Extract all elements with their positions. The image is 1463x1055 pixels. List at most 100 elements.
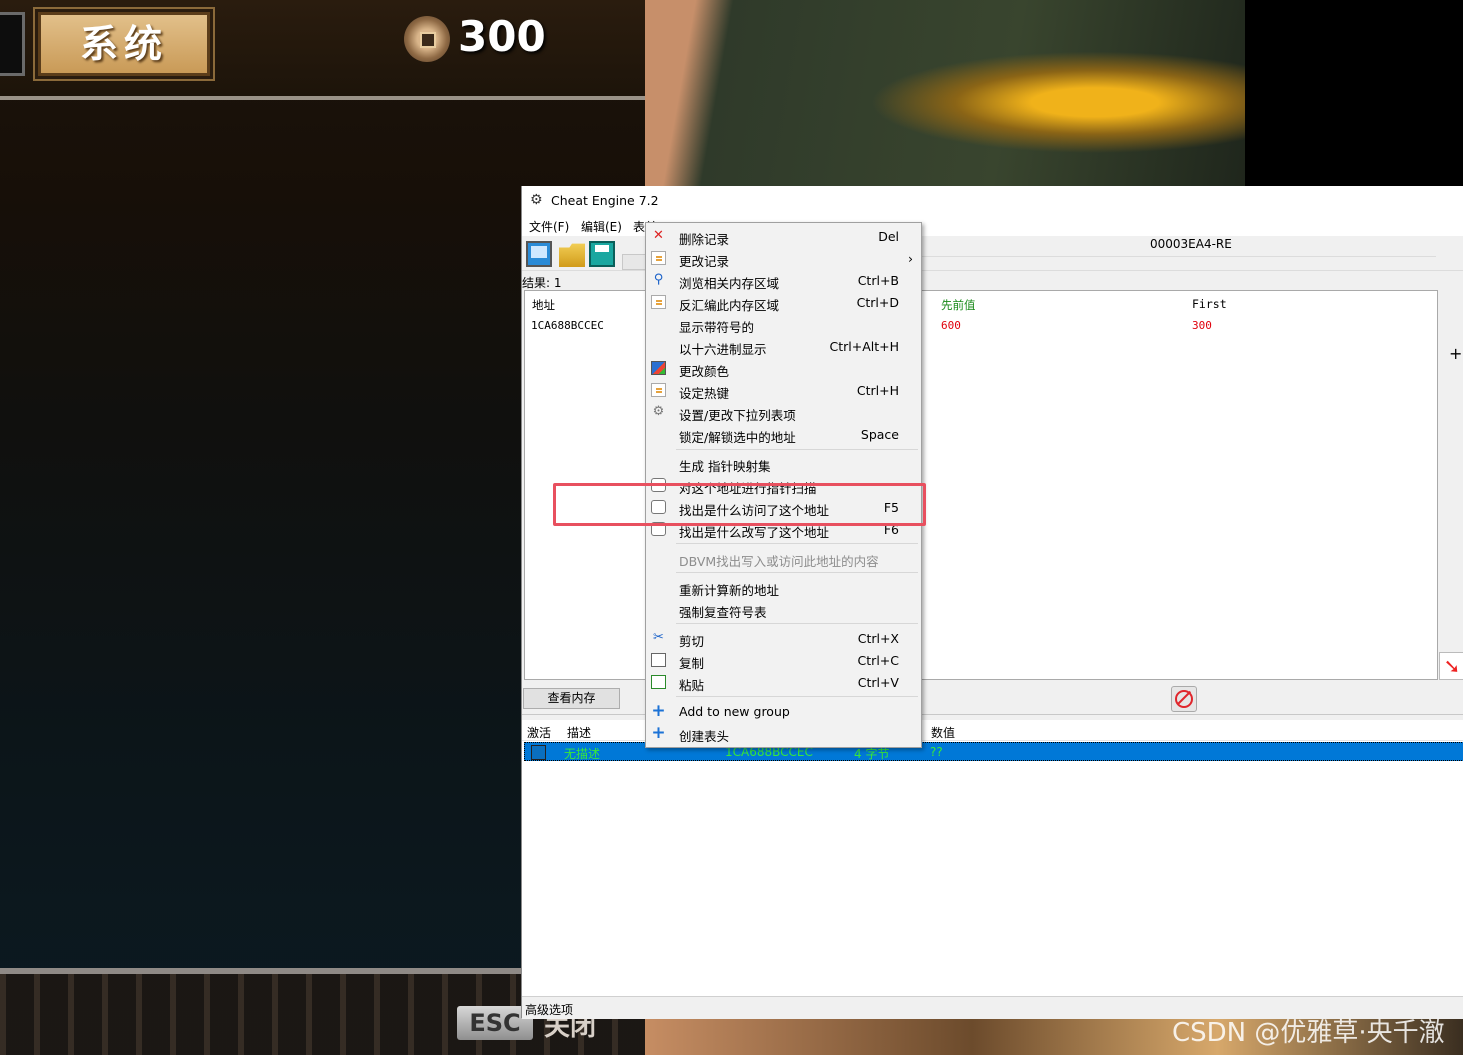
menu-dropdown-list[interactable]: ⚙ 设置/更改下拉列表项 (646, 401, 921, 424)
row-value: ?? (930, 745, 943, 759)
menu-item-shortcut: Ctrl+B (857, 273, 899, 288)
menu-item-shortcut: Ctrl+X (857, 631, 899, 646)
menu-edit[interactable]: 编辑(E) (581, 218, 622, 235)
cheat-engine-logo-icon: ⚙ (530, 192, 543, 208)
menu-item-label: 设定热键 (679, 386, 730, 401)
result-address[interactable]: 1CA688BCCEC (531, 319, 604, 332)
coin-icon (404, 16, 450, 62)
stop-icon[interactable] (1171, 686, 1197, 712)
game-edge-button[interactable] (0, 12, 25, 76)
open-file-icon[interactable] (559, 243, 585, 267)
result-first[interactable]: 300 (1192, 319, 1212, 332)
menu-item-label: 更改颜色 (679, 364, 730, 379)
menu-show-hex[interactable]: 以十六进制显示 Ctrl+Alt+H (646, 335, 921, 357)
menu-item-shortcut: Ctrl+D (856, 295, 899, 310)
cheat-table[interactable]: 激活 描述 数值 无描述 1CA688BCCEC 4 字节 ?? (522, 720, 1463, 996)
column-first[interactable]: First (1192, 297, 1227, 311)
add-icon[interactable]: + (1449, 344, 1462, 363)
menu-show-signed[interactable]: 显示带符号的 (646, 313, 921, 335)
submenu-chevron-icon: › (908, 251, 913, 266)
menu-generate-pointermap[interactable]: 生成 指针映射集 (646, 452, 921, 474)
menu-file[interactable]: 文件(F) (529, 218, 569, 235)
menu-add-group[interactable]: + Add to new group (646, 700, 921, 722)
menu-disassemble[interactable]: 反汇编此内存区域 Ctrl+D (646, 291, 921, 313)
menu-item-shortcut: Del (878, 229, 899, 244)
menu-change-color[interactable]: 更改颜色 (646, 357, 921, 379)
plus-icon: + (651, 723, 666, 743)
column-previous[interactable]: 先前值 (941, 297, 976, 313)
column-description[interactable]: 描述 (567, 724, 591, 741)
save-icon[interactable] (589, 241, 615, 267)
process-label: 00003EA4-RE (1150, 237, 1232, 251)
menu-item-label: 浏览相关内存区域 (679, 276, 780, 291)
gear-icon: ⚙ (652, 404, 665, 419)
menu-set-hotkey[interactable]: 设定热键 Ctrl+H (646, 379, 921, 401)
menu-separator (676, 623, 918, 624)
watermark: CSDN @优雅草·央千澈 (1172, 1018, 1445, 1048)
advanced-options-label[interactable]: 高级选项 (525, 1001, 573, 1018)
menu-item-shortcut: Ctrl+H (856, 383, 899, 398)
scissors-icon: ✂ (653, 630, 664, 645)
system-button[interactable]: 系统 (38, 12, 210, 76)
menu-item-label: 重新计算新的地址 (679, 583, 780, 598)
menu-separator (676, 449, 918, 450)
paste-icon (651, 675, 666, 689)
menu-separator (676, 572, 918, 573)
menu-item-label: 生成 指针映射集 (679, 459, 771, 474)
add-to-list-arrow-icon[interactable]: ➘ (1439, 652, 1463, 680)
window-title: Cheat Engine 7.2 (551, 193, 659, 208)
menu-item-label: 创建表头 (679, 729, 730, 744)
results-count: 结果: 1 (522, 276, 562, 290)
color-icon (651, 361, 666, 375)
highlight-annotation (553, 483, 926, 526)
column-value[interactable]: 数值 (931, 724, 955, 741)
menu-item-label: 设置/更改下拉列表项 (679, 408, 796, 423)
menu-item-shortcut: Ctrl+V (857, 675, 899, 690)
menu-browse-memory[interactable]: ⚲ 浏览相关内存区域 Ctrl+B (646, 269, 921, 292)
copy-icon (651, 653, 666, 667)
menu-item-label: DBVM找出写入或访问此地址的内容 (679, 554, 879, 569)
disassemble-icon (651, 295, 666, 309)
edit-icon (651, 251, 666, 265)
menu-toggle-freeze[interactable]: 锁定/解锁选中的地址 Space (646, 423, 921, 445)
background-black-area (1245, 0, 1463, 186)
menu-item-label: 显示带符号的 (679, 320, 755, 335)
view-memory-button[interactable]: 查看内存 (523, 688, 620, 709)
menu-item-shortcut: Ctrl+C (857, 653, 899, 668)
hotkey-icon (651, 383, 666, 397)
menu-delete-record[interactable]: ✕ 删除记录 Del (646, 225, 921, 248)
active-checkbox[interactable] (531, 745, 546, 760)
menu-item-label: 复制 (679, 656, 705, 671)
menu-change-record[interactable]: 更改记录 › (646, 247, 921, 269)
coin-count: 300 (458, 12, 546, 61)
menu-copy[interactable]: 复制 Ctrl+C (646, 649, 921, 671)
menu-paste[interactable]: 粘贴 Ctrl+V (646, 671, 921, 693)
title-bar[interactable]: ⚙ Cheat Engine 7.2 (522, 186, 1463, 214)
menu-item-label: Add to new group (679, 704, 790, 719)
menu-separator (676, 543, 918, 544)
delete-icon: ✕ (653, 228, 664, 243)
menu-item-label: 锁定/解锁选中的地址 (679, 430, 796, 445)
row-description: 无描述 (564, 747, 601, 761)
menu-item-label: 粘贴 (679, 678, 705, 693)
menu-item-label: 以十六进制显示 (679, 342, 767, 357)
menu-item-label: 强制复查符号表 (679, 605, 767, 620)
menu-item-shortcut: Space (860, 427, 899, 442)
result-previous[interactable]: 600 (941, 319, 961, 332)
background-photo (645, 0, 1245, 186)
column-active[interactable]: 激活 (527, 724, 551, 741)
menu-recheck-symbols[interactable]: 强制复查符号表 (646, 598, 921, 620)
menu-item-label: 反汇编此内存区域 (679, 298, 780, 313)
menu-create-header[interactable]: + 创建表头 (646, 722, 921, 745)
menu-cut[interactable]: ✂ 剪切 Ctrl+X (646, 627, 921, 650)
menu-separator (676, 696, 918, 697)
plus-icon: + (651, 701, 666, 721)
menu-item-label: 剪切 (679, 634, 705, 649)
column-address[interactable]: 地址 (532, 297, 555, 313)
binoculars-icon: ⚲ (653, 272, 664, 287)
menu-item-shortcut: Ctrl+Alt+H (829, 339, 899, 354)
menu-recalculate-address[interactable]: 重新计算新的地址 (646, 576, 921, 598)
menu-item-label: 删除记录 (679, 232, 730, 247)
menu-dbvm-find[interactable]: DBVM找出写入或访问此地址的内容 (646, 547, 921, 569)
open-process-icon[interactable] (526, 241, 552, 267)
